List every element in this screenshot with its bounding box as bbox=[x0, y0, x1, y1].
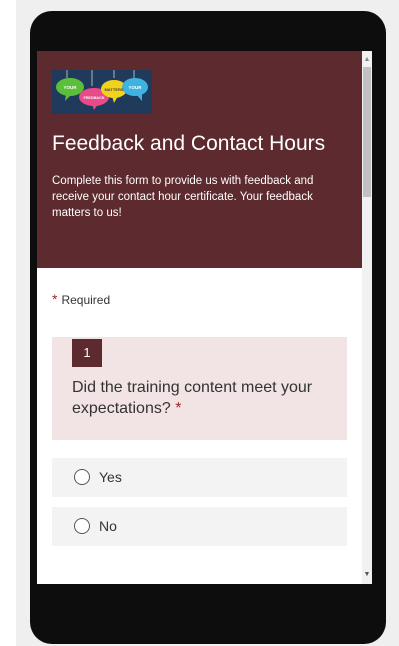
option-no-label: No bbox=[99, 518, 117, 534]
scroll-thumb[interactable] bbox=[363, 67, 371, 197]
logo-word: YOUR bbox=[63, 85, 77, 90]
question-number: 1 bbox=[72, 339, 102, 367]
scrollbar[interactable]: ▲ ▼ bbox=[362, 51, 372, 584]
question-required-star: * bbox=[175, 400, 182, 417]
radio-yes[interactable] bbox=[74, 469, 90, 485]
logo-word: FEEDBACK bbox=[83, 96, 104, 100]
required-note: * Required bbox=[52, 291, 110, 307]
question-text: Did the training content meet your expec… bbox=[72, 379, 313, 417]
feedback-logo: YOUR FEEDBACK MATTERS YOUR bbox=[52, 70, 152, 114]
logo-word: MATTERS bbox=[104, 87, 123, 92]
question-card: 1 Did the training content meet your exp… bbox=[52, 337, 347, 440]
form-title: Feedback and Contact Hours bbox=[52, 132, 326, 155]
logo-word: YOUR bbox=[128, 85, 142, 90]
option-yes[interactable]: Yes bbox=[52, 458, 347, 497]
form-description: Complete this form to provide us with fe… bbox=[52, 175, 314, 219]
option-no[interactable]: No bbox=[52, 507, 347, 546]
form-screen: YOUR FEEDBACK MATTERS YOUR Feedback and … bbox=[37, 51, 362, 584]
form-header: YOUR FEEDBACK MATTERS YOUR Feedback and … bbox=[37, 51, 362, 268]
question-text-container: Did the training content meet your expec… bbox=[72, 377, 322, 419]
radio-no[interactable] bbox=[74, 518, 90, 534]
required-star: * bbox=[52, 291, 58, 307]
option-yes-label: Yes bbox=[99, 469, 122, 485]
required-label: Required bbox=[61, 293, 111, 307]
scroll-up-arrow-icon[interactable]: ▲ bbox=[362, 55, 372, 65]
scroll-down-arrow-icon[interactable]: ▼ bbox=[362, 570, 372, 580]
